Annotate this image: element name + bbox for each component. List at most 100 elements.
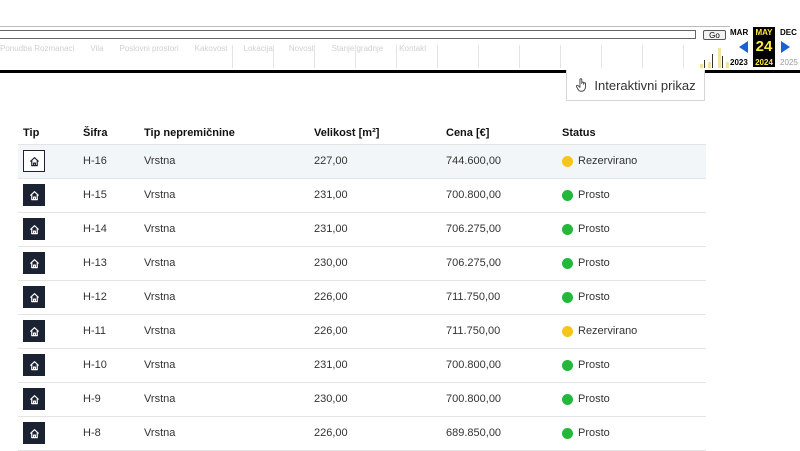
house-icon[interactable] bbox=[23, 184, 45, 206]
house-icon[interactable] bbox=[23, 354, 45, 376]
house-icon[interactable] bbox=[23, 286, 45, 308]
current-month-label: MAY bbox=[755, 28, 773, 37]
capture-mark bbox=[712, 54, 713, 68]
unit-size: 231,00 bbox=[314, 223, 348, 235]
property-type: Vrstna bbox=[144, 155, 176, 167]
graph-year-column bbox=[437, 45, 438, 68]
property-type: Vrstna bbox=[144, 257, 176, 269]
column-header-sifra: Šifra bbox=[83, 127, 108, 139]
status-dot bbox=[562, 190, 573, 201]
unit-size: 230,00 bbox=[314, 257, 348, 269]
table-header: Tip Šifra Tip nepremičnine Velikost [m²]… bbox=[18, 122, 706, 145]
status-dot bbox=[562, 224, 573, 235]
current-year-label: 2024 bbox=[755, 58, 773, 67]
capture-mark bbox=[708, 62, 711, 68]
column-header-status: Status bbox=[562, 127, 596, 139]
house-icon[interactable] bbox=[23, 252, 45, 274]
table-row[interactable]: H-16 Vrstna 227,00 744.600,00 Rezerviran… bbox=[18, 145, 706, 179]
current-capture-date: MAY 24 2024 bbox=[753, 27, 775, 67]
status-badge: Rezervirano bbox=[578, 155, 638, 167]
prev-capture-arrow-icon[interactable] bbox=[739, 41, 748, 53]
capture-mark bbox=[722, 56, 723, 68]
graph-year-column bbox=[232, 45, 233, 68]
unit-code: H-10 bbox=[83, 359, 107, 371]
status-badge: Prosto bbox=[578, 427, 610, 439]
unit-size: 230,00 bbox=[314, 393, 348, 405]
property-type: Vrstna bbox=[144, 223, 176, 235]
property-type: Vrstna bbox=[144, 325, 176, 337]
house-icon[interactable] bbox=[23, 150, 45, 172]
table-row[interactable]: H-14 Vrstna 231,00 706.275,00 Prosto bbox=[18, 213, 706, 247]
house-icon[interactable] bbox=[23, 422, 45, 444]
graph-year-column bbox=[273, 45, 274, 68]
status-badge: Prosto bbox=[578, 359, 610, 371]
toolbar-divider bbox=[0, 26, 730, 27]
column-header-tip: Tip bbox=[23, 127, 40, 139]
house-icon[interactable] bbox=[23, 218, 45, 240]
property-type: Vrstna bbox=[144, 291, 176, 303]
ghost-nav-item: Vila bbox=[90, 44, 104, 53]
status-dot bbox=[562, 428, 573, 439]
unit-code: H-13 bbox=[83, 257, 107, 269]
next-capture-arrow-icon[interactable] bbox=[781, 41, 790, 53]
property-type: Vrstna bbox=[144, 393, 176, 405]
status-badge: Prosto bbox=[578, 223, 610, 235]
house-icon[interactable] bbox=[23, 388, 45, 410]
graph-year-column bbox=[355, 45, 356, 68]
ghost-nav-item: Ponudba Rozmanaci bbox=[0, 44, 75, 53]
table-row[interactable]: H-12 Vrstna 226,00 711.750,00 Prosto bbox=[18, 281, 706, 315]
house-icon[interactable] bbox=[23, 320, 45, 342]
capture-mark bbox=[700, 64, 703, 68]
graph-year-column bbox=[478, 45, 479, 68]
unit-size: 231,00 bbox=[314, 189, 348, 201]
table-row[interactable]: H-15 Vrstna 231,00 700.800,00 Prosto bbox=[18, 179, 706, 213]
unit-code: H-8 bbox=[83, 427, 101, 439]
unit-code: H-16 bbox=[83, 155, 107, 167]
graph-year-column bbox=[396, 45, 397, 68]
graph-year-column bbox=[519, 45, 520, 68]
url-input[interactable] bbox=[0, 30, 696, 39]
status-dot bbox=[562, 360, 573, 371]
status-badge: Prosto bbox=[578, 291, 610, 303]
ghost-nav-item: Poslovni prostori bbox=[119, 44, 179, 53]
property-type: Vrstna bbox=[144, 427, 176, 439]
graph-year-column bbox=[601, 45, 602, 68]
table-row[interactable]: H-9 Vrstna 230,00 700.800,00 Prosto bbox=[18, 383, 706, 417]
unit-code: H-11 bbox=[83, 325, 107, 337]
column-header-velikost: Velikost [m²] bbox=[314, 127, 380, 139]
unit-size: 227,00 bbox=[314, 155, 348, 167]
next-month-label[interactable]: DEC bbox=[780, 28, 797, 37]
table-row[interactable]: H-10 Vrstna 231,00 700.800,00 Prosto bbox=[18, 349, 706, 383]
ghost-nav-item: Kakovost bbox=[194, 44, 228, 53]
status-dot bbox=[562, 326, 573, 337]
prev-year-label[interactable]: 2023 bbox=[730, 58, 748, 67]
property-type: Vrstna bbox=[144, 359, 176, 371]
unit-size: 226,00 bbox=[314, 325, 348, 337]
status-badge: Prosto bbox=[578, 257, 610, 269]
table-row[interactable]: H-13 Vrstna 230,00 706.275,00 Prosto bbox=[18, 247, 706, 281]
status-dot bbox=[562, 394, 573, 405]
prev-month-label[interactable]: MAR bbox=[730, 28, 748, 37]
status-dot bbox=[562, 258, 573, 269]
capture-mark bbox=[704, 60, 705, 68]
unit-price: 711.750,00 bbox=[446, 325, 501, 337]
interactive-view-button[interactable]: Interaktivni prikaz bbox=[566, 70, 705, 101]
graph-year-column bbox=[314, 45, 315, 68]
unit-size: 226,00 bbox=[314, 291, 348, 303]
hand-pointer-icon bbox=[576, 78, 587, 92]
unit-price: 711.750,00 bbox=[446, 291, 501, 303]
next-year-label[interactable]: 2025 bbox=[780, 58, 798, 67]
unit-price: 744.600,00 bbox=[446, 155, 502, 167]
current-day-label: 24 bbox=[755, 38, 773, 55]
capture-graph[interactable] bbox=[232, 45, 730, 68]
unit-code: H-12 bbox=[83, 291, 107, 303]
table-row[interactable]: H-11 Vrstna 226,00 711.750,00 Rezerviran… bbox=[18, 315, 706, 349]
unit-size: 231,00 bbox=[314, 359, 348, 371]
go-button[interactable]: Go bbox=[703, 30, 726, 40]
capture-mark bbox=[726, 62, 729, 68]
unit-code: H-14 bbox=[83, 223, 107, 235]
unit-code: H-15 bbox=[83, 189, 107, 201]
status-dot bbox=[562, 156, 573, 167]
interactive-view-label: Interaktivni prikaz bbox=[594, 77, 696, 93]
unit-price: 700.800,00 bbox=[446, 393, 502, 405]
